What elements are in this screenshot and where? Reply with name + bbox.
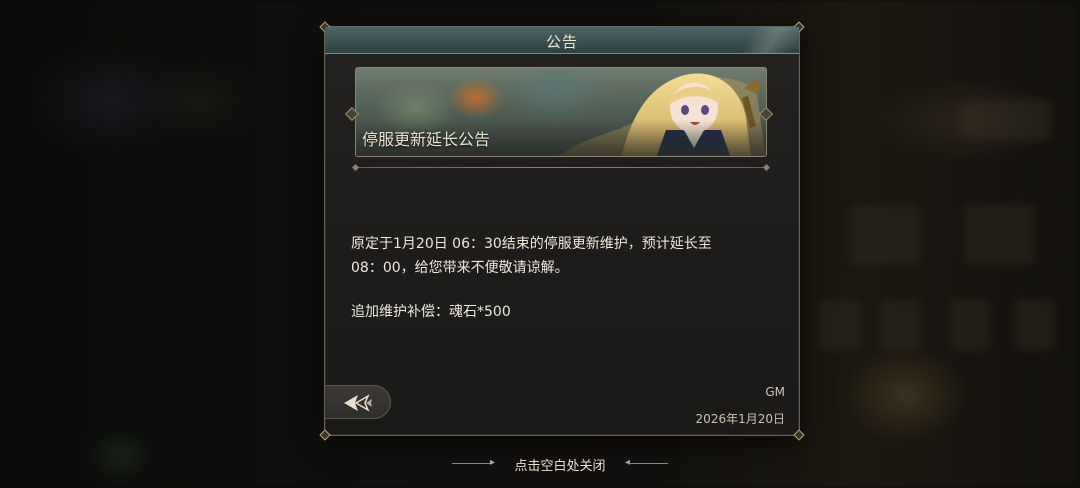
announcement-dialog: 公告 停服更新延长公告 原定于1月20日 06：30结束的停服更新维护，预计延长…	[319, 21, 805, 441]
dialog-title: 公告	[545, 33, 578, 51]
divider	[355, 167, 767, 168]
announcement-banner[interactable]: 停服更新延长公告	[355, 67, 767, 157]
game-screen[interactable]: 公告 停服更新延长公告 原定于1月20日 06：30结束的停服更新维护，预计延长…	[0, 0, 1080, 488]
announcement-body: 原定于1月20日 06：30结束的停服更新维护，预计延长至 08：00，给您带来…	[351, 232, 781, 324]
body-line: 原定于1月20日 06：30结束的停服更新维护，预计延长至	[351, 236, 712, 252]
author-label: GM	[765, 385, 785, 399]
divider-ornament	[762, 163, 771, 172]
divider-ornament	[351, 163, 360, 172]
back-arrow-icon	[344, 394, 372, 412]
date-label: 2026年1月20日	[695, 412, 785, 426]
back-button[interactable]	[325, 385, 391, 419]
close-hint-label: 点击空白处关闭	[514, 459, 606, 474]
body-line: 08：00，给您带来不便敬请谅解。	[351, 260, 569, 276]
banner-title: 停服更新延长公告	[362, 130, 491, 149]
dialog-header: 公告	[325, 27, 799, 54]
body-line: 追加维护补偿：魂石*500	[351, 304, 511, 320]
decorative-line	[628, 463, 668, 464]
close-hint[interactable]: ▸ 点击空白处关闭 ◂	[452, 455, 668, 474]
